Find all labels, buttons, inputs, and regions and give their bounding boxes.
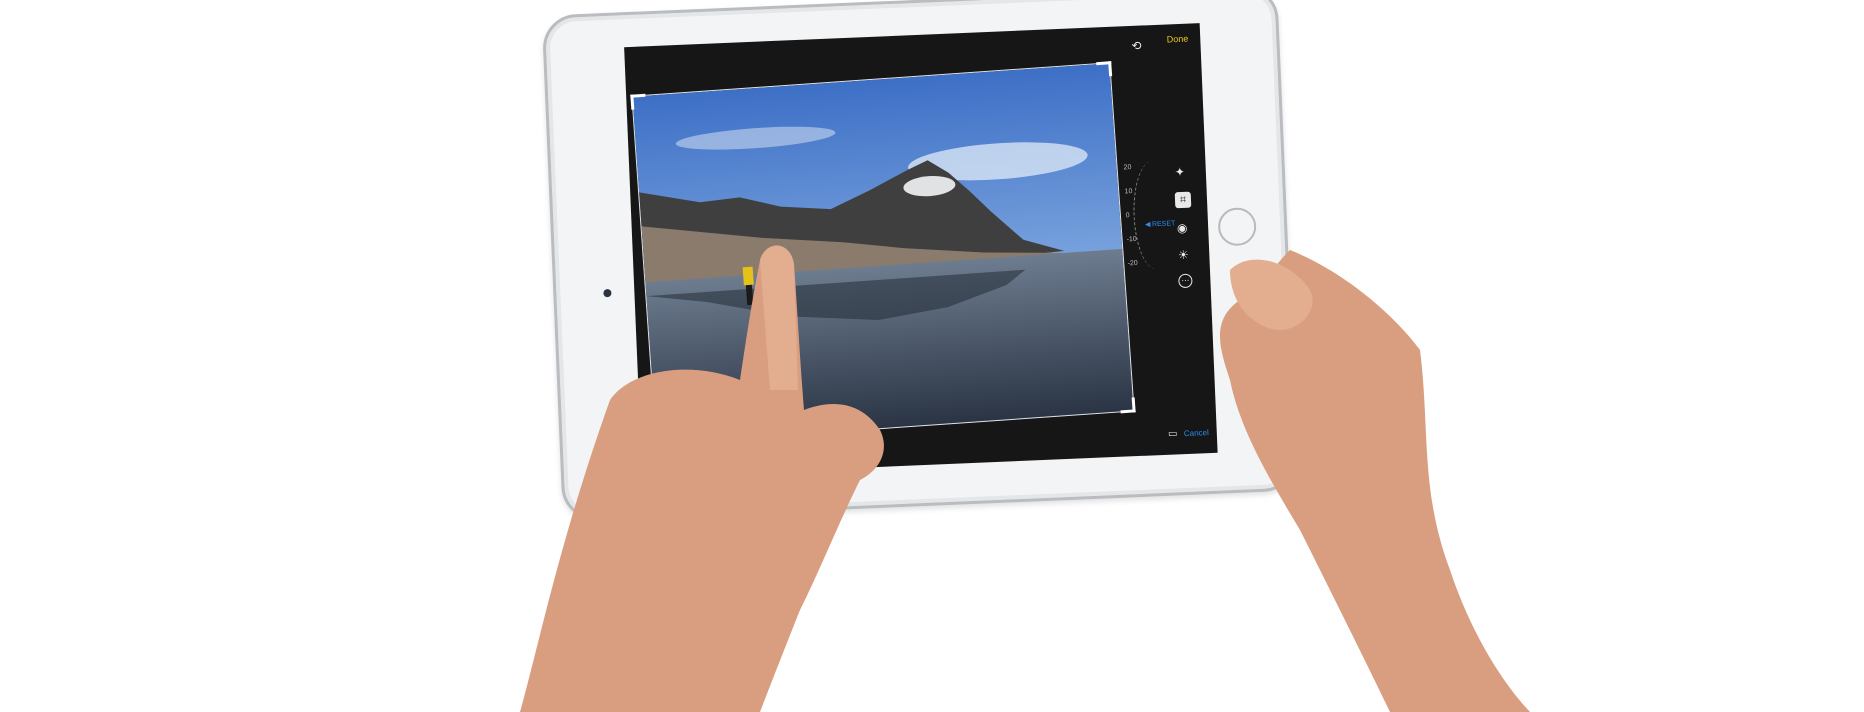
light-adjust-icon[interactable]: ☀	[1175, 247, 1192, 264]
more-icon[interactable]: ⋯	[1178, 273, 1193, 289]
crop-handle-top-left[interactable]	[630, 93, 647, 110]
front-camera	[603, 288, 612, 298]
done-button[interactable]: Done	[1167, 34, 1189, 45]
photo-canvas[interactable]	[630, 61, 1136, 446]
cancel-button[interactable]: Cancel	[1184, 428, 1209, 438]
crop-handle-bottom-left[interactable]	[653, 429, 670, 446]
aspect-ratio-icon[interactable]: ▭	[1164, 426, 1181, 443]
landscape-photo	[632, 63, 1134, 444]
ipad-device: 20 10 0 -10 -20 ◀ RESET Done ⟲ ✦ ⌗ ◉ ☀ ⋯…	[541, 0, 1299, 522]
rotate-icon[interactable]: ⟲	[1128, 37, 1145, 54]
color-filter-icon[interactable]: ◉	[1174, 220, 1191, 237]
edit-sidebar: Done ⟲ ✦ ⌗ ◉ ☀ ⋯ ▭ Cancel	[1114, 23, 1218, 456]
home-button[interactable]	[1217, 206, 1257, 247]
magic-wand-icon[interactable]: ✦	[1172, 164, 1189, 181]
crop-handle-top-right[interactable]	[1096, 61, 1113, 78]
crop-rotate-icon[interactable]: ⌗	[1174, 191, 1192, 209]
photo-editor-screen: 20 10 0 -10 -20 ◀ RESET Done ⟲ ✦ ⌗ ◉ ☀ ⋯…	[624, 23, 1218, 477]
